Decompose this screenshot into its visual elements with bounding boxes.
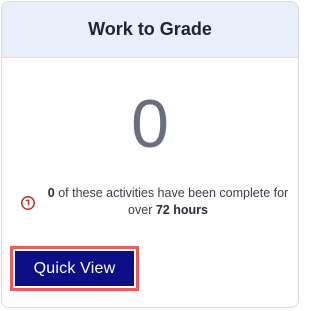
card-title: Work to Grade [88,19,212,39]
info-text: 0 of these activities have been complete… [46,185,290,219]
quick-view-button[interactable]: Quick View [15,251,134,286]
info-row: 0 of these activities have been complete… [20,185,290,219]
work-to-grade-card: Work to Grade 0 0 of these activities ha… [1,1,299,308]
info-count: 0 [47,186,55,200]
clock-icon [21,196,35,210]
info-hours: 72 hours [155,203,208,217]
quick-view-highlight: Quick View [10,246,139,291]
work-to-grade-count: 0 [131,86,169,162]
card-header: Work to Grade [2,2,298,58]
